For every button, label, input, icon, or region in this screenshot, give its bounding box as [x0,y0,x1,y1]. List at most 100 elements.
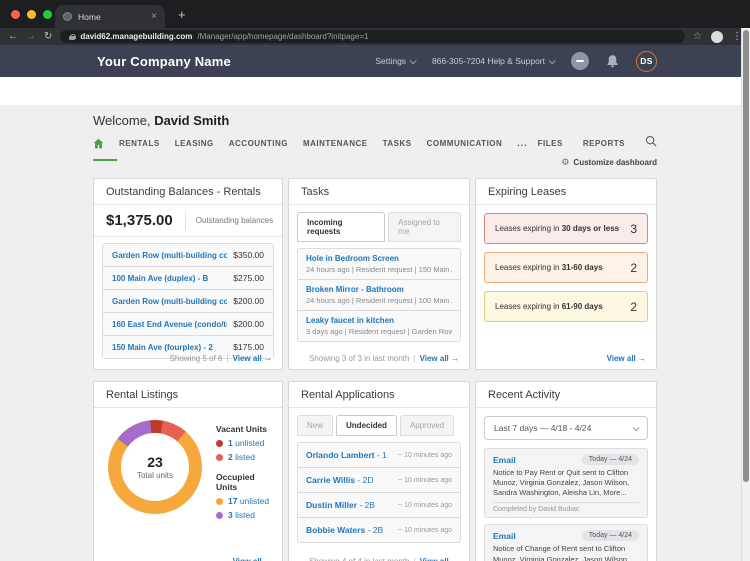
property-link[interactable]: Garden Row (multi-building comple... [112,251,227,260]
list-item[interactable]: Dustin Miller - 2B ~ 10 minutes ago [298,493,460,518]
white-band [0,77,750,105]
activity-type-link[interactable]: Email [493,531,582,541]
new-tab-button[interactable]: + [178,8,186,21]
lease-label-prefix: Leases expiring in [495,224,562,233]
tab-approved[interactable]: Approved [400,415,454,436]
task-link[interactable]: Leaky faucet in kitchen [306,316,452,325]
chevron-down-icon [410,57,417,64]
nav-item-accounting[interactable]: ACCOUNTING [229,139,288,148]
tab-new[interactable]: New [297,415,333,436]
nav-item-maintenance[interactable]: MAINTENANCE [303,139,368,148]
activity-type-link[interactable]: Email [493,455,582,465]
company-name: Your Company Name [97,54,231,69]
view-all-link[interactable]: View all → [420,354,459,363]
property-link[interactable]: 160 East End Avenue (condo/townh... [112,320,227,329]
legend-link[interactable]: 3 listed [228,510,255,520]
list-item[interactable]: Bobbie Waters - 2B ~ 10 minutes ago [298,518,460,542]
lease-bucket-61-90[interactable]: Leases expiring in 61-90 days 2 [484,291,648,322]
balances-total-label: Outstanding balances [185,211,273,230]
legend-link[interactable]: 2 listed [228,452,255,462]
nav-item-files[interactable]: FILES [538,139,563,148]
date-range-select[interactable]: Last 7 days — 4/18 - 4/24 [484,416,648,440]
lease-label-range: 31-60 days [562,263,603,272]
balance-amount: $350.00 [233,250,264,260]
nav-item-reports[interactable]: REPORTS [583,139,625,148]
window-controls[interactable] [11,10,52,19]
tasks-list: Hole in Bedroom Screen 24 hours ago | Re… [297,248,461,342]
applicant-link[interactable]: Dustin Miller - 2B [306,500,394,510]
gear-icon: ⚙ [561,157,569,168]
applicant-link[interactable]: Carrie Willis - 2D [306,475,394,485]
units-donut-chart: 23 Total units [108,420,202,514]
help-support-menu[interactable]: 866-305-7204 Help & Support [432,56,554,66]
bookmark-star-icon[interactable]: ☆ [693,31,702,42]
view-all-link[interactable]: View all → [607,354,646,363]
table-row[interactable]: Garden Row (multi-building comple... $20… [103,290,273,313]
legend-dot [216,454,223,461]
nav-item-tasks[interactable]: TASKS [383,139,412,148]
applicant-link[interactable]: Orlando Lambert - 1 [306,450,394,460]
card-title: Rental Applications [289,382,469,408]
task-link[interactable]: Hole in Bedroom Screen [306,254,452,263]
back-icon[interactable]: ← [8,32,18,42]
view-all-link[interactable]: View all → [420,557,459,561]
applicant-link[interactable]: Bobbie Waters - 2B [306,525,394,535]
lease-bucket-30[interactable]: Leases expiring in 30 days or less 3 [484,213,648,244]
list-item[interactable]: Email Today — 4/24 Notice of Change of R… [484,524,648,561]
nav-item-communication[interactable]: COMMUNICATION [427,139,503,148]
lease-label: Leases expiring in 30 days or less [495,224,630,233]
tab-close-icon[interactable]: × [151,11,157,22]
browser-profile-avatar[interactable] [711,31,723,43]
card-rental-listings: Rental Listings 23 Total units Vacant Un… [93,381,283,561]
view-all-link[interactable]: View all → [233,354,272,363]
nav-more-icon[interactable]: ... [517,138,528,148]
chat-icon[interactable] [571,52,589,70]
tab-incoming-requests[interactable]: Incoming requests [297,212,385,242]
table-row[interactable]: 160 East End Avenue (condo/townh... $200… [103,313,273,336]
table-row[interactable]: Garden Row (multi-building comple... $35… [103,244,273,267]
bell-icon[interactable] [606,54,619,68]
minimize-window-button[interactable] [27,10,36,19]
close-window-button[interactable] [11,10,20,19]
list-item[interactable]: Carrie Willis - 2D ~ 10 minutes ago [298,468,460,493]
home-icon[interactable] [93,138,104,149]
legend-link[interactable]: 1 unlisted [228,438,264,448]
address-bar[interactable]: david62.managebuilding.com /Manager/app/… [60,30,685,43]
nav-item-leasing[interactable]: LEASING [175,139,214,148]
table-row[interactable]: 100 Main Ave (duplex) - B $275.00 [103,267,273,290]
applicant-name: Orlando Lambert [306,450,374,460]
tab-assigned-to-me[interactable]: Assigned to me [388,212,461,242]
welcome-message: Welcome, David Smith [93,113,657,128]
lease-count: 2 [630,300,637,314]
forward-icon[interactable]: → [26,32,36,42]
property-link[interactable]: 100 Main Ave (duplex) - B [112,274,227,283]
settings-menu[interactable]: Settings [375,56,415,66]
tab-undecided[interactable]: Undecided [336,415,397,436]
page-scrollbar[interactable] [741,28,750,561]
customize-dashboard-button[interactable]: ⚙ Customize dashboard [561,157,657,168]
property-link[interactable]: 150 Main Ave (fourplex) - 2 [112,343,227,352]
scrollbar-thumb[interactable] [743,30,749,482]
showing-count: Showing 4 of 4 in last month [309,557,410,561]
lease-bucket-31-60[interactable]: Leases expiring in 31-60 days 2 [484,252,648,283]
list-item[interactable]: Orlando Lambert - 1 ~ 10 minutes ago [298,443,460,468]
search-icon[interactable] [645,134,657,152]
zoom-window-button[interactable] [43,10,52,19]
active-tab-underline [93,159,117,161]
nav-item-rentals[interactable]: RENTALS [119,139,160,148]
task-link[interactable]: Broken Mirror - Bathroom [306,285,452,294]
screen: Home × + ← → ↻ david62.managebuilding.co… [0,0,750,561]
card-outstanding-balances: Outstanding Balances - Rentals $1,375.00… [93,178,283,370]
list-item[interactable]: Hole in Bedroom Screen 24 hours ago | Re… [298,249,460,280]
reload-icon[interactable]: ↻ [44,32,52,42]
view-all-link[interactable]: View all → [233,557,272,561]
legend-link[interactable]: 17 unlisted [228,496,269,506]
user-avatar[interactable]: DS [636,51,657,72]
browser-tab-home[interactable]: Home × [55,5,165,28]
list-item[interactable]: Email Today — 4/24 Notice to Pay Rent or… [484,448,648,518]
balances-list: Garden Row (multi-building comple... $35… [102,243,274,359]
list-item[interactable]: Leaky faucet in kitchen 3 days ago | Res… [298,311,460,341]
main-nav: RENTALS LEASING ACCOUNTING MAINTENANCE T… [93,134,657,152]
list-item[interactable]: Broken Mirror - Bathroom 24 hours ago | … [298,280,460,311]
property-link[interactable]: Garden Row (multi-building comple... [112,297,227,306]
